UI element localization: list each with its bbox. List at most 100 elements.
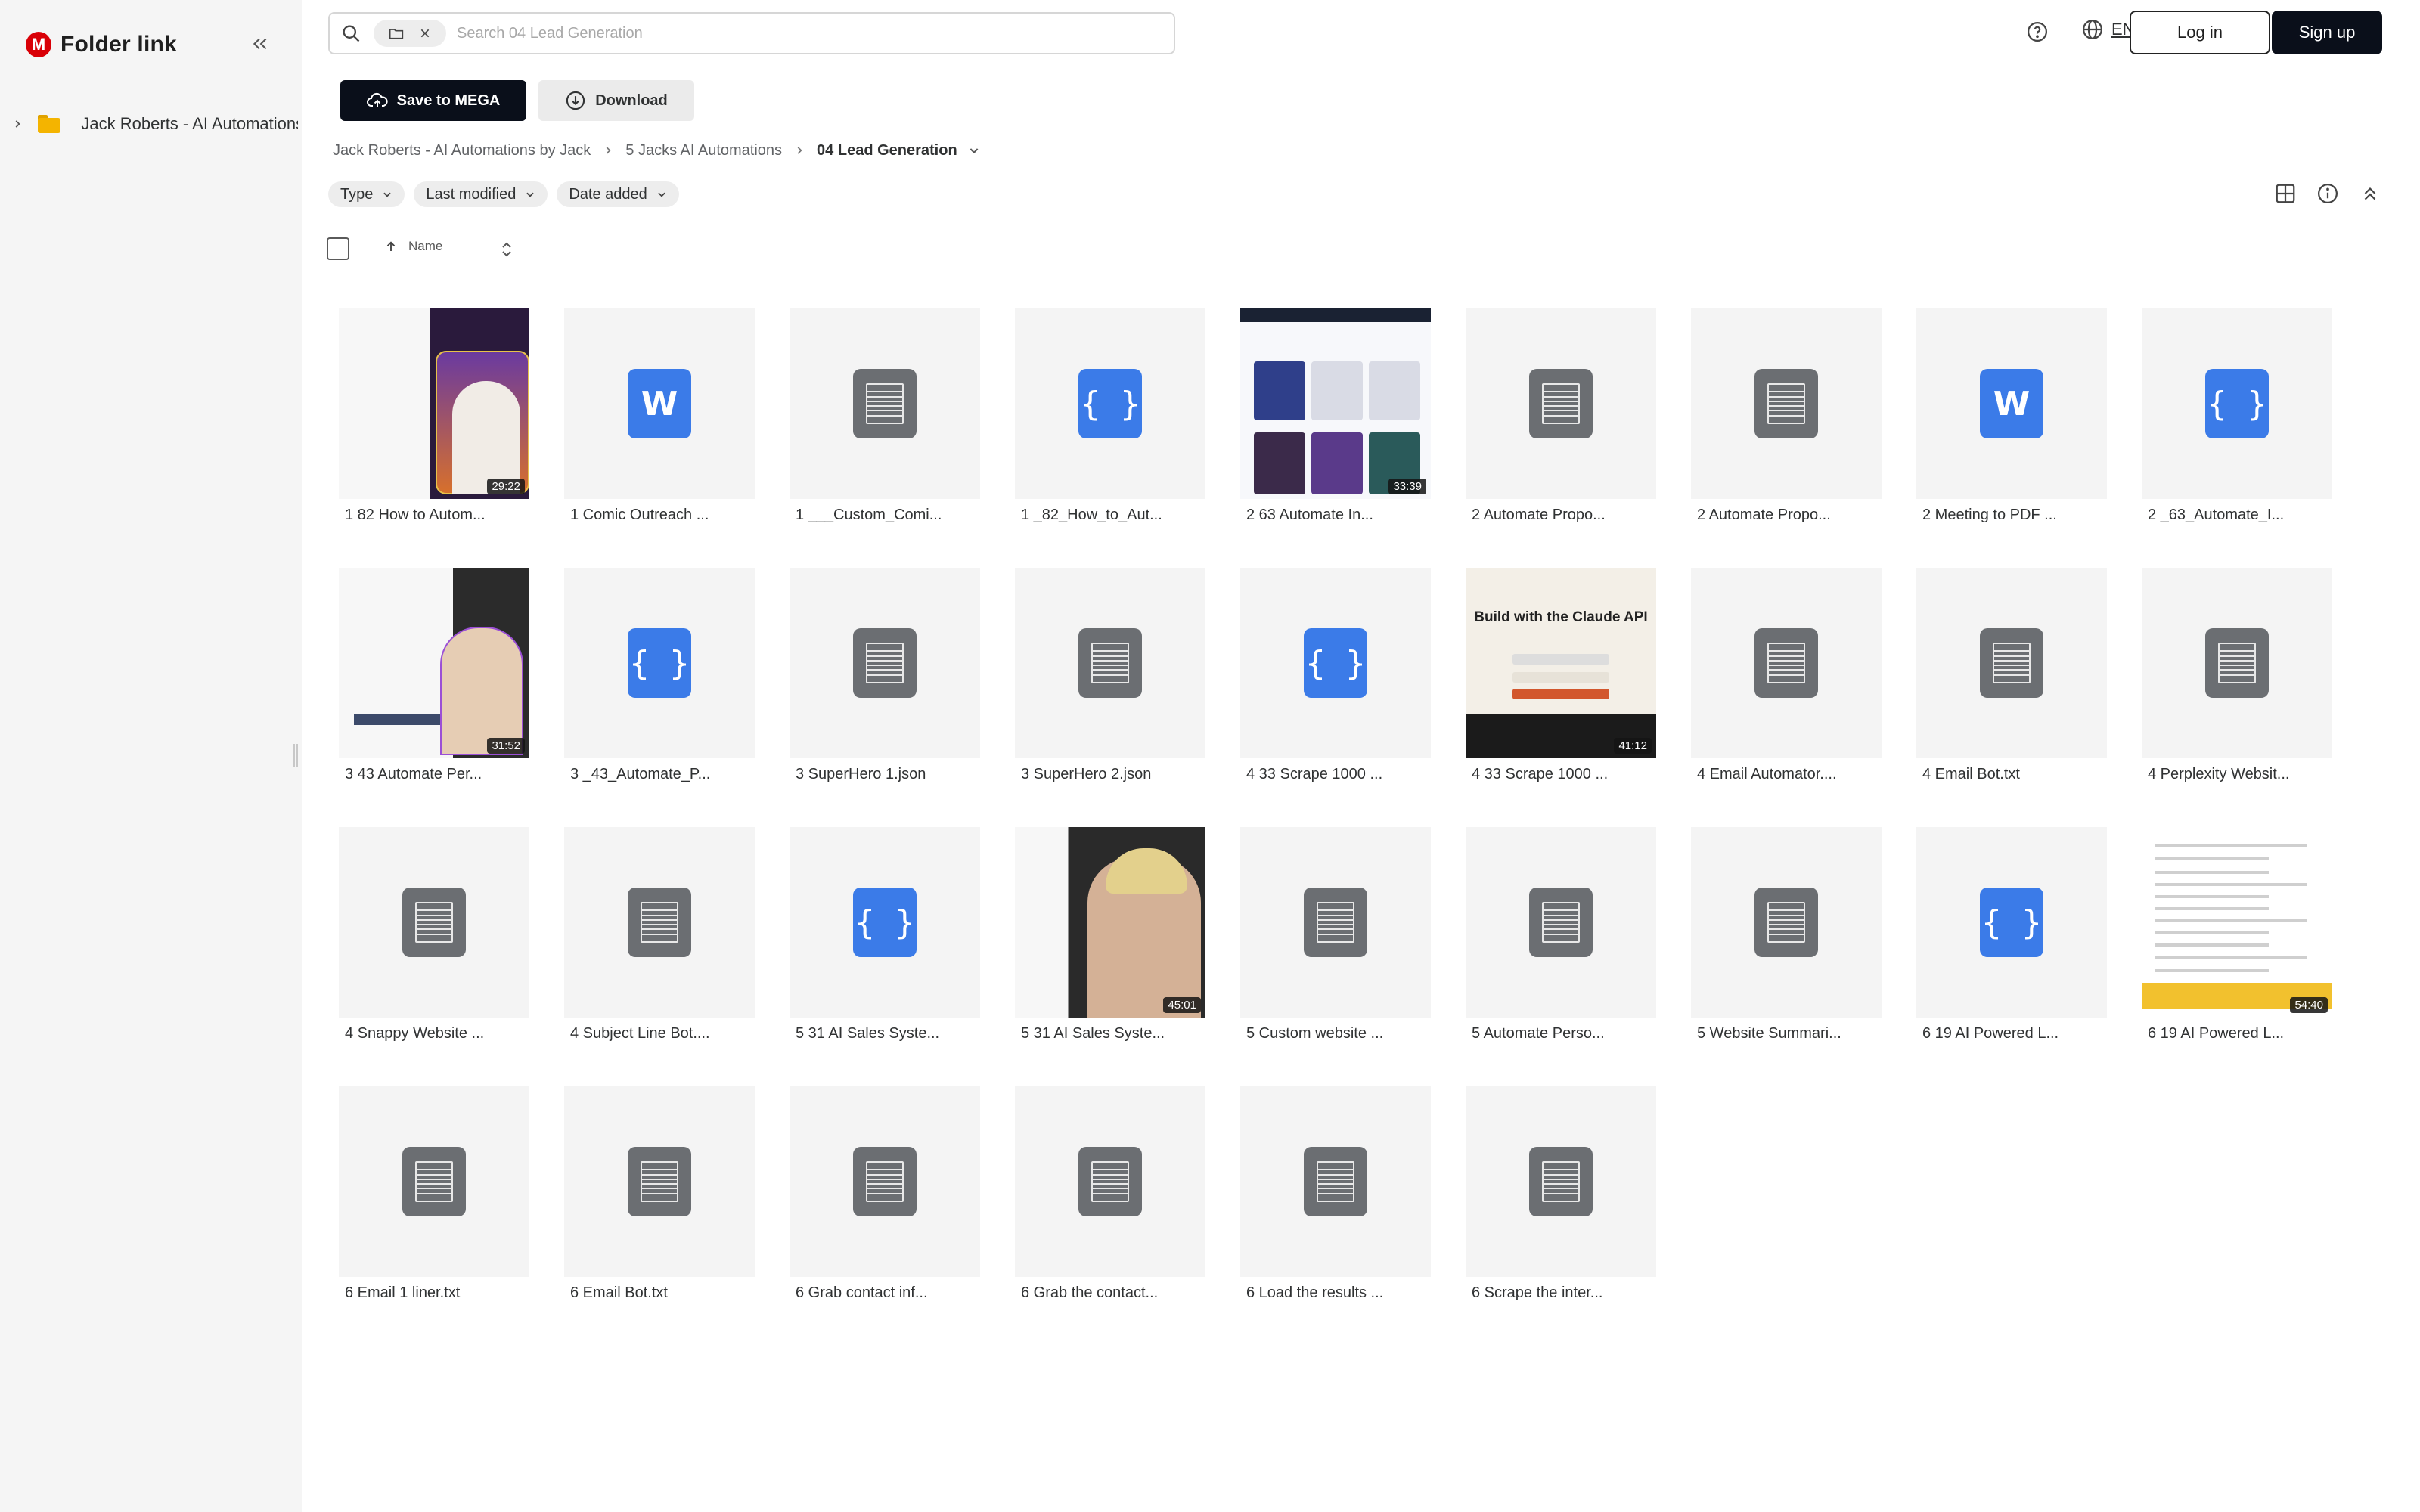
file-thumbnail[interactable]: 31:52 — [339, 568, 529, 758]
login-button[interactable]: Log in — [2130, 11, 2270, 54]
file-tile[interactable]: 33:39 2 63 Automate In... — [1240, 308, 1431, 535]
filter-last-modified[interactable]: Last modified — [414, 181, 548, 207]
language-selector[interactable]: EN — [2081, 18, 2135, 41]
breadcrumb-item[interactable]: Jack Roberts - AI Automations by Jack — [333, 142, 591, 160]
file-tile[interactable]: W 1 Comic Outreach ... — [564, 308, 755, 535]
breadcrumb-current[interactable]: 04 Lead Generation — [817, 142, 957, 160]
file-thumbnail[interactable] — [1691, 308, 1882, 499]
chevron-right-icon[interactable] — [11, 119, 24, 129]
file-tile[interactable]: 3 SuperHero 1.json — [790, 568, 980, 795]
file-tile[interactable]: 29:22 1 82 How to Autom... — [339, 308, 529, 535]
search-bar[interactable] — [328, 12, 1175, 54]
download-label: Download — [595, 91, 668, 109]
file-thumbnail[interactable]: 45:01 — [1015, 827, 1205, 1018]
file-thumbnail[interactable] — [1240, 827, 1431, 1018]
file-tile[interactable]: 4 Email Bot.txt — [1916, 568, 2107, 795]
file-tile[interactable]: 54:40 6 19 AI Powered L... — [2142, 827, 2332, 1054]
chevron-down-icon — [383, 192, 392, 197]
file-thumbnail[interactable] — [1691, 827, 1882, 1018]
grid-view-button[interactable] — [2272, 180, 2299, 207]
file-tile[interactable]: 2 Automate Propo... — [1691, 308, 1882, 535]
file-thumbnail[interactable]: 33:39 — [1240, 308, 1431, 499]
file-thumbnail[interactable] — [2142, 568, 2332, 758]
file-thumbnail[interactable]: { } — [1916, 827, 2107, 1018]
file-thumbnail[interactable]: 29:22 — [339, 308, 529, 499]
file-tile[interactable]: 6 Grab the contact... — [1015, 1086, 1205, 1313]
file-tile[interactable]: 4 Perplexity Websit... — [2142, 568, 2332, 795]
file-thumbnail[interactable]: Build with the Claude API 41:12 — [1466, 568, 1656, 758]
file-tile[interactable]: 4 Snappy Website ... — [339, 827, 529, 1054]
sort-toggle[interactable] — [499, 239, 514, 260]
file-tile[interactable]: 6 Email Bot.txt — [564, 1086, 755, 1313]
file-thumbnail[interactable] — [1466, 1086, 1656, 1277]
file-tile[interactable]: 3 SuperHero 2.json — [1015, 568, 1205, 795]
file-tile[interactable]: { } 2 _63_Automate_I... — [2142, 308, 2332, 535]
file-tile[interactable]: 6 Email 1 liner.txt — [339, 1086, 529, 1313]
file-thumbnail[interactable]: 54:40 — [2142, 827, 2332, 1018]
file-tile[interactable]: 5 Custom website ... — [1240, 827, 1431, 1054]
sidebar-resize-handle[interactable] — [293, 744, 298, 767]
app-logo[interactable]: M Folder link — [26, 32, 177, 57]
select-all-checkbox[interactable] — [327, 237, 349, 260]
close-icon[interactable] — [419, 27, 431, 39]
file-tile[interactable]: 4 Email Automator.... — [1691, 568, 1882, 795]
file-tile[interactable]: { } 3 _43_Automate_P... — [564, 568, 755, 795]
file-tile[interactable]: { } 1 _82_How_to_Aut... — [1015, 308, 1205, 535]
file-thumbnail[interactable]: { } — [564, 568, 755, 758]
file-tile[interactable]: 1 ___Custom_Comi... — [790, 308, 980, 535]
file-thumbnail[interactable] — [1015, 568, 1205, 758]
info-button[interactable] — [2314, 180, 2341, 207]
file-thumbnail[interactable] — [1466, 827, 1656, 1018]
file-thumbnail[interactable] — [1916, 568, 2107, 758]
file-thumbnail[interactable] — [564, 827, 755, 1018]
file-tile[interactable]: 5 Automate Perso... — [1466, 827, 1656, 1054]
sort-by-name[interactable]: Name — [384, 239, 442, 254]
file-tile[interactable]: 6 Grab contact inf... — [790, 1086, 980, 1313]
file-thumbnail[interactable]: { } — [790, 827, 980, 1018]
file-tile[interactable]: W 2 Meeting to PDF ... — [1916, 308, 2107, 535]
download-button[interactable]: Download — [538, 80, 694, 121]
file-tile[interactable]: Build with the Claude API 41:12 4 33 Scrap… — [1466, 568, 1656, 795]
video-duration-badge: 29:22 — [487, 479, 525, 494]
filter-date-added[interactable]: Date added — [557, 181, 679, 207]
help-button[interactable] — [2024, 18, 2051, 45]
file-tile[interactable]: { } 5 31 AI Sales Syste... — [790, 827, 980, 1054]
file-thumbnail[interactable] — [790, 568, 980, 758]
file-tile[interactable]: 45:01 5 31 AI Sales Syste... — [1015, 827, 1205, 1054]
file-thumbnail[interactable]: W — [1916, 308, 2107, 499]
file-thumbnail[interactable] — [790, 308, 980, 499]
file-thumbnail[interactable] — [339, 1086, 529, 1277]
collapse-sidebar-button[interactable] — [247, 30, 274, 57]
chevron-down-icon[interactable] — [968, 144, 980, 156]
file-thumbnail[interactable] — [1015, 1086, 1205, 1277]
video-duration-badge: 41:12 — [1614, 738, 1652, 754]
search-input[interactable] — [457, 24, 1137, 42]
collapse-header-button[interactable] — [2356, 180, 2384, 207]
signup-button[interactable]: Sign up — [2272, 11, 2382, 54]
file-tile[interactable]: 6 Load the results ... — [1240, 1086, 1431, 1313]
file-thumbnail[interactable]: { } — [2142, 308, 2332, 499]
file-tile[interactable]: 31:52 3 43 Automate Per... — [339, 568, 529, 795]
save-to-mega-button[interactable]: Save to MEGA — [340, 80, 526, 121]
file-thumbnail[interactable] — [790, 1086, 980, 1277]
file-tile[interactable]: 6 Scrape the inter... — [1466, 1086, 1656, 1313]
file-thumbnail[interactable] — [1691, 568, 1882, 758]
file-tile[interactable]: 5 Website Summari... — [1691, 827, 1882, 1054]
file-thumbnail[interactable]: W — [564, 308, 755, 499]
file-thumbnail[interactable] — [1466, 308, 1656, 499]
filter-type[interactable]: Type — [328, 181, 405, 207]
file-thumbnail[interactable] — [564, 1086, 755, 1277]
file-name: 3 _43_Automate_P... — [570, 766, 711, 782]
file-tile[interactable]: { } 4 33 Scrape 1000 ... — [1240, 568, 1431, 795]
file-thumbnail[interactable] — [1240, 1086, 1431, 1277]
word-file-icon: W — [628, 369, 691, 438]
sidebar-tree-item-root[interactable]: Jack Roberts - AI Automations by Jack — [11, 109, 298, 139]
file-tile[interactable]: 4 Subject Line Bot.... — [564, 827, 755, 1054]
file-tile[interactable]: 2 Automate Propo... — [1466, 308, 1656, 535]
file-thumbnail[interactable]: { } — [1240, 568, 1431, 758]
file-thumbnail[interactable]: { } — [1015, 308, 1205, 499]
file-thumbnail[interactable] — [339, 827, 529, 1018]
breadcrumb-item[interactable]: 5 Jacks AI Automations — [625, 142, 782, 160]
file-tile[interactable]: { } 6 19 AI Powered L... — [1916, 827, 2107, 1054]
search-scope-chip[interactable] — [374, 20, 446, 47]
